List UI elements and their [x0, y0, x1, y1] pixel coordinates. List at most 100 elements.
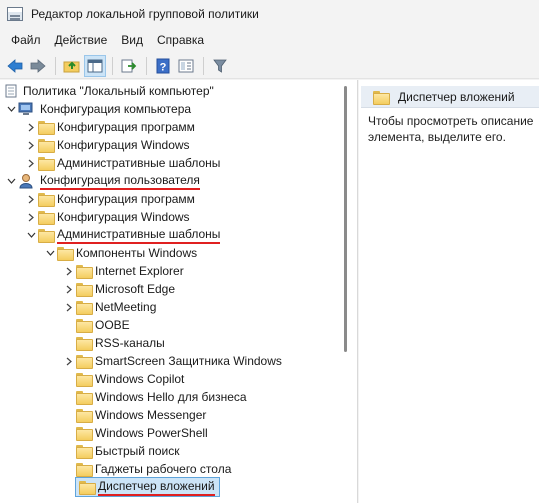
- toolbar-separator: [112, 56, 113, 75]
- tree-component[interactable]: RSS-каналы: [62, 334, 165, 352]
- chevron-placeholder: [62, 406, 76, 424]
- tree-label: Диспетчер вложений: [98, 479, 215, 496]
- tree-label: Конфигурация пользователя: [40, 173, 200, 190]
- tree-pane[interactable]: Политика "Локальный компьютер" Конфигура…: [0, 80, 358, 503]
- tree-uc-windows[interactable]: Конфигурация Windows: [24, 208, 190, 226]
- help-icon: ?: [156, 58, 170, 73]
- tree-cc-admin[interactable]: Административные шаблоны: [24, 154, 220, 172]
- chevron-placeholder: [62, 370, 76, 388]
- tree-component[interactable]: NetMeeting: [62, 298, 156, 316]
- folder-icon: [76, 301, 93, 315]
- tree-label: Конфигурация компьютера: [40, 102, 192, 116]
- tree-label: Конфигурация Windows: [57, 210, 190, 224]
- tree-label: Гаджеты рабочего стола: [95, 462, 232, 476]
- folder-icon: [76, 391, 93, 405]
- chevron-right-icon[interactable]: [24, 118, 38, 136]
- folder-icon: [38, 211, 55, 225]
- toolbar-separator: [146, 56, 147, 75]
- export-list-icon: [121, 59, 137, 72]
- tree-root-label: Политика "Локальный компьютер": [23, 84, 214, 98]
- chevron-right-icon[interactable]: [24, 136, 38, 154]
- help-button[interactable]: ?: [152, 55, 174, 77]
- chevron-down-icon[interactable]: [4, 172, 18, 190]
- tree-component[interactable]: Windows PowerShell: [62, 424, 208, 442]
- chevron-placeholder: [62, 334, 76, 352]
- chevron-placeholder: [62, 424, 76, 442]
- policy-editor-app-icon: [7, 7, 23, 21]
- folder-icon: [76, 283, 93, 297]
- tree-uc-admin[interactable]: Административные шаблоны: [24, 226, 221, 244]
- chevron-right-icon[interactable]: [62, 280, 76, 298]
- tree-uc-software[interactable]: Конфигурация программ: [24, 190, 195, 208]
- tree-label: Windows Messenger: [95, 408, 207, 422]
- tree-root[interactable]: Политика "Локальный компьютер": [4, 82, 214, 100]
- up-one-level-button[interactable]: [61, 55, 83, 77]
- menu-bar: Файл Действие Вид Справка: [0, 28, 539, 52]
- folder-icon: [76, 463, 93, 477]
- tree-component[interactable]: Быстрый поиск: [62, 442, 179, 460]
- tree-label: Компоненты Windows: [76, 246, 198, 260]
- tree-label: Конфигурация Windows: [57, 138, 190, 152]
- show-hide-tree-icon: [87, 59, 103, 72]
- tree-label: Windows PowerShell: [95, 426, 208, 440]
- tree-computer-config[interactable]: Конфигурация компьютера: [4, 100, 191, 118]
- chevron-down-icon[interactable]: [4, 100, 18, 118]
- folder-icon: [76, 373, 93, 387]
- toolbar: ?: [0, 53, 539, 79]
- chevron-right-icon[interactable]: [24, 154, 38, 172]
- folder-icon: [76, 445, 93, 459]
- tree-component-selected[interactable]: Диспетчер вложений: [75, 477, 220, 497]
- tree-component[interactable]: Windows Hello для бизнеса: [62, 388, 247, 406]
- chevron-right-icon[interactable]: [24, 208, 38, 226]
- menu-view[interactable]: Вид: [114, 29, 150, 51]
- properties-button[interactable]: [175, 55, 197, 77]
- show-hide-tree-button[interactable]: [84, 54, 106, 77]
- tree-component[interactable]: Internet Explorer: [62, 262, 184, 280]
- folder-icon: [373, 90, 390, 105]
- tree-windows-components[interactable]: Компоненты Windows: [43, 244, 197, 262]
- chevron-placeholder: [62, 388, 76, 406]
- tree-cc-software[interactable]: Конфигурация программ: [24, 118, 195, 136]
- tree-label: NetMeeting: [95, 300, 157, 314]
- tree-component[interactable]: OOBE: [62, 316, 130, 334]
- menu-action[interactable]: Действие: [48, 29, 115, 51]
- title-bar: Редактор локальной групповой политики: [0, 0, 539, 28]
- chevron-down-icon[interactable]: [43, 244, 57, 262]
- tree-component[interactable]: Гаджеты рабочего стола: [62, 460, 231, 478]
- chevron-down-icon[interactable]: [24, 226, 38, 244]
- folder-icon: [38, 229, 55, 243]
- folder-icon: [38, 139, 55, 153]
- menu-file[interactable]: Файл: [4, 29, 48, 51]
- filter-icon: [213, 59, 227, 73]
- folder-icon: [79, 481, 96, 495]
- tree-scrollbar[interactable]: [344, 86, 347, 352]
- forward-arrow-icon: [30, 58, 46, 73]
- chevron-right-icon[interactable]: [62, 352, 76, 370]
- tree-label: Административные шаблоны: [57, 227, 221, 244]
- menu-help[interactable]: Справка: [150, 29, 211, 51]
- details-pane: Диспетчер вложений Чтобы просмотреть опи…: [359, 80, 539, 503]
- tree-cc-windows[interactable]: Конфигурация Windows: [24, 136, 190, 154]
- tree-label: Конфигурация программ: [57, 120, 195, 134]
- computer-icon: [18, 102, 33, 115]
- tree-label: Windows Copilot: [95, 372, 185, 386]
- forward-button[interactable]: [27, 55, 49, 77]
- back-button[interactable]: [4, 55, 26, 77]
- tree-label: Windows Hello для бизнеса: [95, 390, 247, 404]
- tree-component[interactable]: SmartScreen Защитника Windows: [62, 352, 282, 370]
- back-arrow-icon: [7, 58, 23, 73]
- details-title: Диспетчер вложений: [398, 89, 515, 104]
- folder-icon: [76, 427, 93, 441]
- chevron-right-icon[interactable]: [24, 190, 38, 208]
- folder-icon: [38, 157, 55, 171]
- tree-component[interactable]: Windows Messenger: [62, 406, 206, 424]
- chevron-right-icon[interactable]: [62, 262, 76, 280]
- chevron-placeholder: [62, 460, 76, 478]
- tree-component[interactable]: Microsoft Edge: [62, 280, 175, 298]
- tree-component[interactable]: Windows Copilot: [62, 370, 184, 388]
- filter-button[interactable]: [209, 55, 231, 77]
- chevron-right-icon[interactable]: [62, 298, 76, 316]
- tree-user-config[interactable]: Конфигурация пользователя: [4, 172, 200, 190]
- tree-label: Internet Explorer: [95, 264, 184, 278]
- export-list-button[interactable]: [118, 55, 140, 77]
